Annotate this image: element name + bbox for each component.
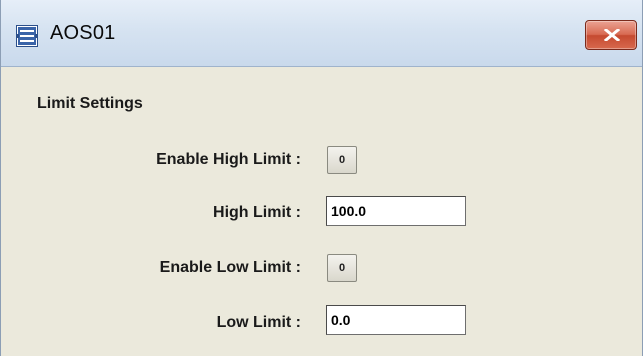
low-limit-label: Low Limit : xyxy=(216,314,301,331)
low-limit-input[interactable] xyxy=(326,305,466,335)
title-bar[interactable]: AOS01 xyxy=(1,0,642,67)
high-limit-label: High Limit : xyxy=(213,204,301,221)
dialog-window: AOS01 Limit Settings Enable High Limit :… xyxy=(0,0,643,356)
window-title: AOS01 xyxy=(50,22,116,44)
enable-high-limit-label: Enable High Limit : xyxy=(156,151,301,168)
high-limit-input[interactable] xyxy=(326,196,466,226)
enable-low-limit-label: Enable Low Limit : xyxy=(159,259,301,276)
close-button[interactable] xyxy=(585,20,637,50)
function-block-icon xyxy=(16,25,38,47)
close-x-icon xyxy=(604,29,620,41)
enable-low-limit-toggle[interactable]: 0 xyxy=(327,254,357,282)
enable-high-limit-toggle[interactable]: 0 xyxy=(327,146,357,174)
section-title-limit-settings: Limit Settings xyxy=(37,95,143,112)
